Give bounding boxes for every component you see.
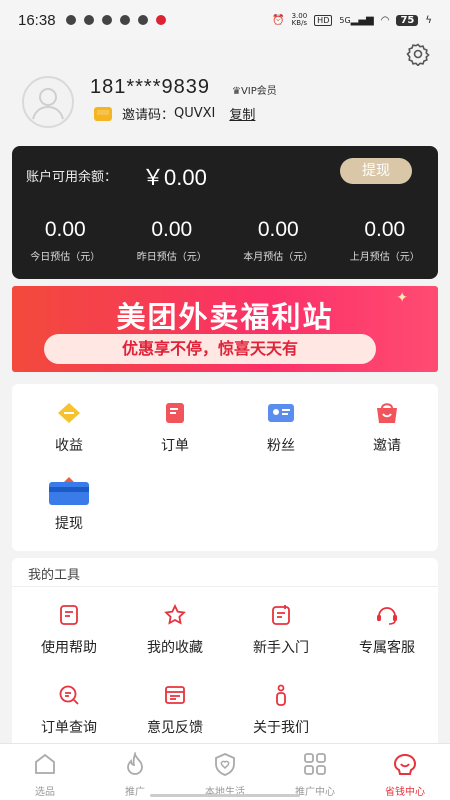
system-icons: ⏰ 3.00 KB/s HD 5G▂▄▆ ◠ 75 ϟ xyxy=(272,13,432,27)
invite-code: QUVXI xyxy=(174,106,216,121)
home-icon xyxy=(35,753,55,774)
order-search-icon xyxy=(54,680,84,710)
grid-item-withdraw[interactable]: 提现 xyxy=(16,476,122,533)
tool-customer-service[interactable]: 专属客服 xyxy=(334,600,440,657)
favorite-icon xyxy=(160,600,190,630)
tool-feedback[interactable]: 意见反馈 xyxy=(122,680,228,737)
customer-service-icon xyxy=(372,600,402,630)
stat-last-month: 0.00 上月预估（元） xyxy=(349,218,420,263)
profile-section: 181****9839 ♛VIP会员 邀请码： QUVXI 复制 xyxy=(22,72,422,132)
signal-icon: 5G▂▄▆ xyxy=(339,14,374,26)
balance-amount: ￥0.00 xyxy=(142,165,207,190)
usb-icon xyxy=(119,15,130,25)
net-speed: 3.00 KB/s xyxy=(291,12,308,27)
earnings-icon xyxy=(54,398,84,428)
divider xyxy=(12,586,438,587)
withdraw-icon xyxy=(47,476,91,506)
invite-row: 邀请码： QUVXI 复制 xyxy=(94,104,255,123)
estimate-stats: 0.00 今日预估（元） 0.00 昨日预估（元） 0.00 本月预估（元） 0.00… xyxy=(12,218,438,263)
stat-this-month: 0.00 本月预估（元） xyxy=(243,218,314,263)
tool-help[interactable]: 使用帮助 xyxy=(16,600,122,657)
alarm-icon: ⏰ xyxy=(272,14,285,26)
tab-promotion-center[interactable]: 推广中心 xyxy=(270,744,360,800)
tool-beginner[interactable]: 新手入门 xyxy=(228,600,334,657)
beginner-icon xyxy=(266,600,296,630)
smile-bag-icon xyxy=(393,753,417,775)
promo-banner[interactable]: ✦ 美团外卖福利站 优惠享不停，惊喜天天有 xyxy=(12,286,438,372)
hd-icon: HD xyxy=(314,14,333,26)
app-notification-icon xyxy=(83,15,94,25)
app-notification-icon xyxy=(137,15,148,25)
copy-button[interactable]: 复制 xyxy=(229,104,255,123)
grid-item-earnings[interactable]: 收益 xyxy=(16,398,122,455)
bottom-tab-bar: 选品 推广 本地生活 推广中心 省钱中心 xyxy=(0,743,450,800)
gear-icon[interactable] xyxy=(406,42,430,66)
fire-icon xyxy=(127,750,143,775)
stat-yesterday: 0.00 昨日预估（元） xyxy=(136,218,207,263)
help-icon xyxy=(54,600,84,630)
grid-item-fans[interactable]: 粉丝 xyxy=(228,398,334,455)
invite-code-icon xyxy=(94,106,112,121)
home-indicator xyxy=(150,794,300,797)
function-grid: 收益 订单 粉丝 邀请 提现 xyxy=(12,384,438,551)
feedback-icon xyxy=(160,680,190,710)
status-time: 16:38 xyxy=(18,11,56,29)
notification-icons xyxy=(65,15,166,25)
grid-item-orders[interactable]: 订单 xyxy=(122,398,228,455)
crown-icon: ♛ xyxy=(232,86,241,97)
balance-label: 账户可用余额： xyxy=(26,170,118,185)
status-bar: 16:38 ⏰ 3.00 KB/s HD 5G▂▄▆ ◠ 75 ϟ xyxy=(0,0,450,40)
order-icon xyxy=(160,398,190,428)
tab-selection[interactable]: 选品 xyxy=(0,744,90,800)
tab-local-life[interactable]: 本地生活 xyxy=(180,744,270,800)
tools-card: 我的工具 使用帮助 我的收藏 新手入门 专属客服 订单查询 意见反馈 关于我们 xyxy=(12,558,438,748)
withdraw-button[interactable]: 提现 xyxy=(340,158,412,184)
wifi-icon: ◠ xyxy=(380,14,390,26)
charging-icon: ϟ xyxy=(425,14,432,26)
invite-label: 邀请码： xyxy=(122,108,175,123)
grid-icon xyxy=(304,753,326,775)
app-notification-icon xyxy=(155,15,166,25)
grid-item-invite[interactable]: 邀请 xyxy=(334,398,440,455)
banner-title: 美团外卖福利站 xyxy=(116,300,334,334)
tab-promote[interactable]: 推广 xyxy=(90,744,180,800)
user-phone: 181****9839 xyxy=(90,76,210,98)
about-icon xyxy=(266,680,296,710)
app-notification-icon xyxy=(101,15,112,25)
tool-order-search[interactable]: 订单查询 xyxy=(16,680,122,737)
banner-subtitle: 优惠享不停，惊喜天天有 xyxy=(44,334,376,364)
tool-about[interactable]: 关于我们 xyxy=(228,680,334,737)
tool-favorites[interactable]: 我的收藏 xyxy=(122,600,228,657)
user-icon xyxy=(32,88,64,120)
stat-today: 0.00 今日预估（元） xyxy=(30,218,101,263)
tab-savings-center[interactable]: 省钱中心 xyxy=(360,744,450,800)
tools-title: 我的工具 xyxy=(28,568,81,583)
avatar[interactable] xyxy=(22,76,74,128)
invite-icon xyxy=(372,398,402,428)
balance-card: 账户可用余额： ￥0.00 提现 0.00 今日预估（元） 0.00 昨日预估（元）… xyxy=(12,146,438,279)
shield-heart-icon xyxy=(215,753,235,776)
battery-icon: 75 xyxy=(396,14,419,26)
fans-icon xyxy=(266,398,296,428)
vip-badge: ♛VIP会员 xyxy=(232,86,277,97)
app-notification-icon xyxy=(65,15,76,25)
